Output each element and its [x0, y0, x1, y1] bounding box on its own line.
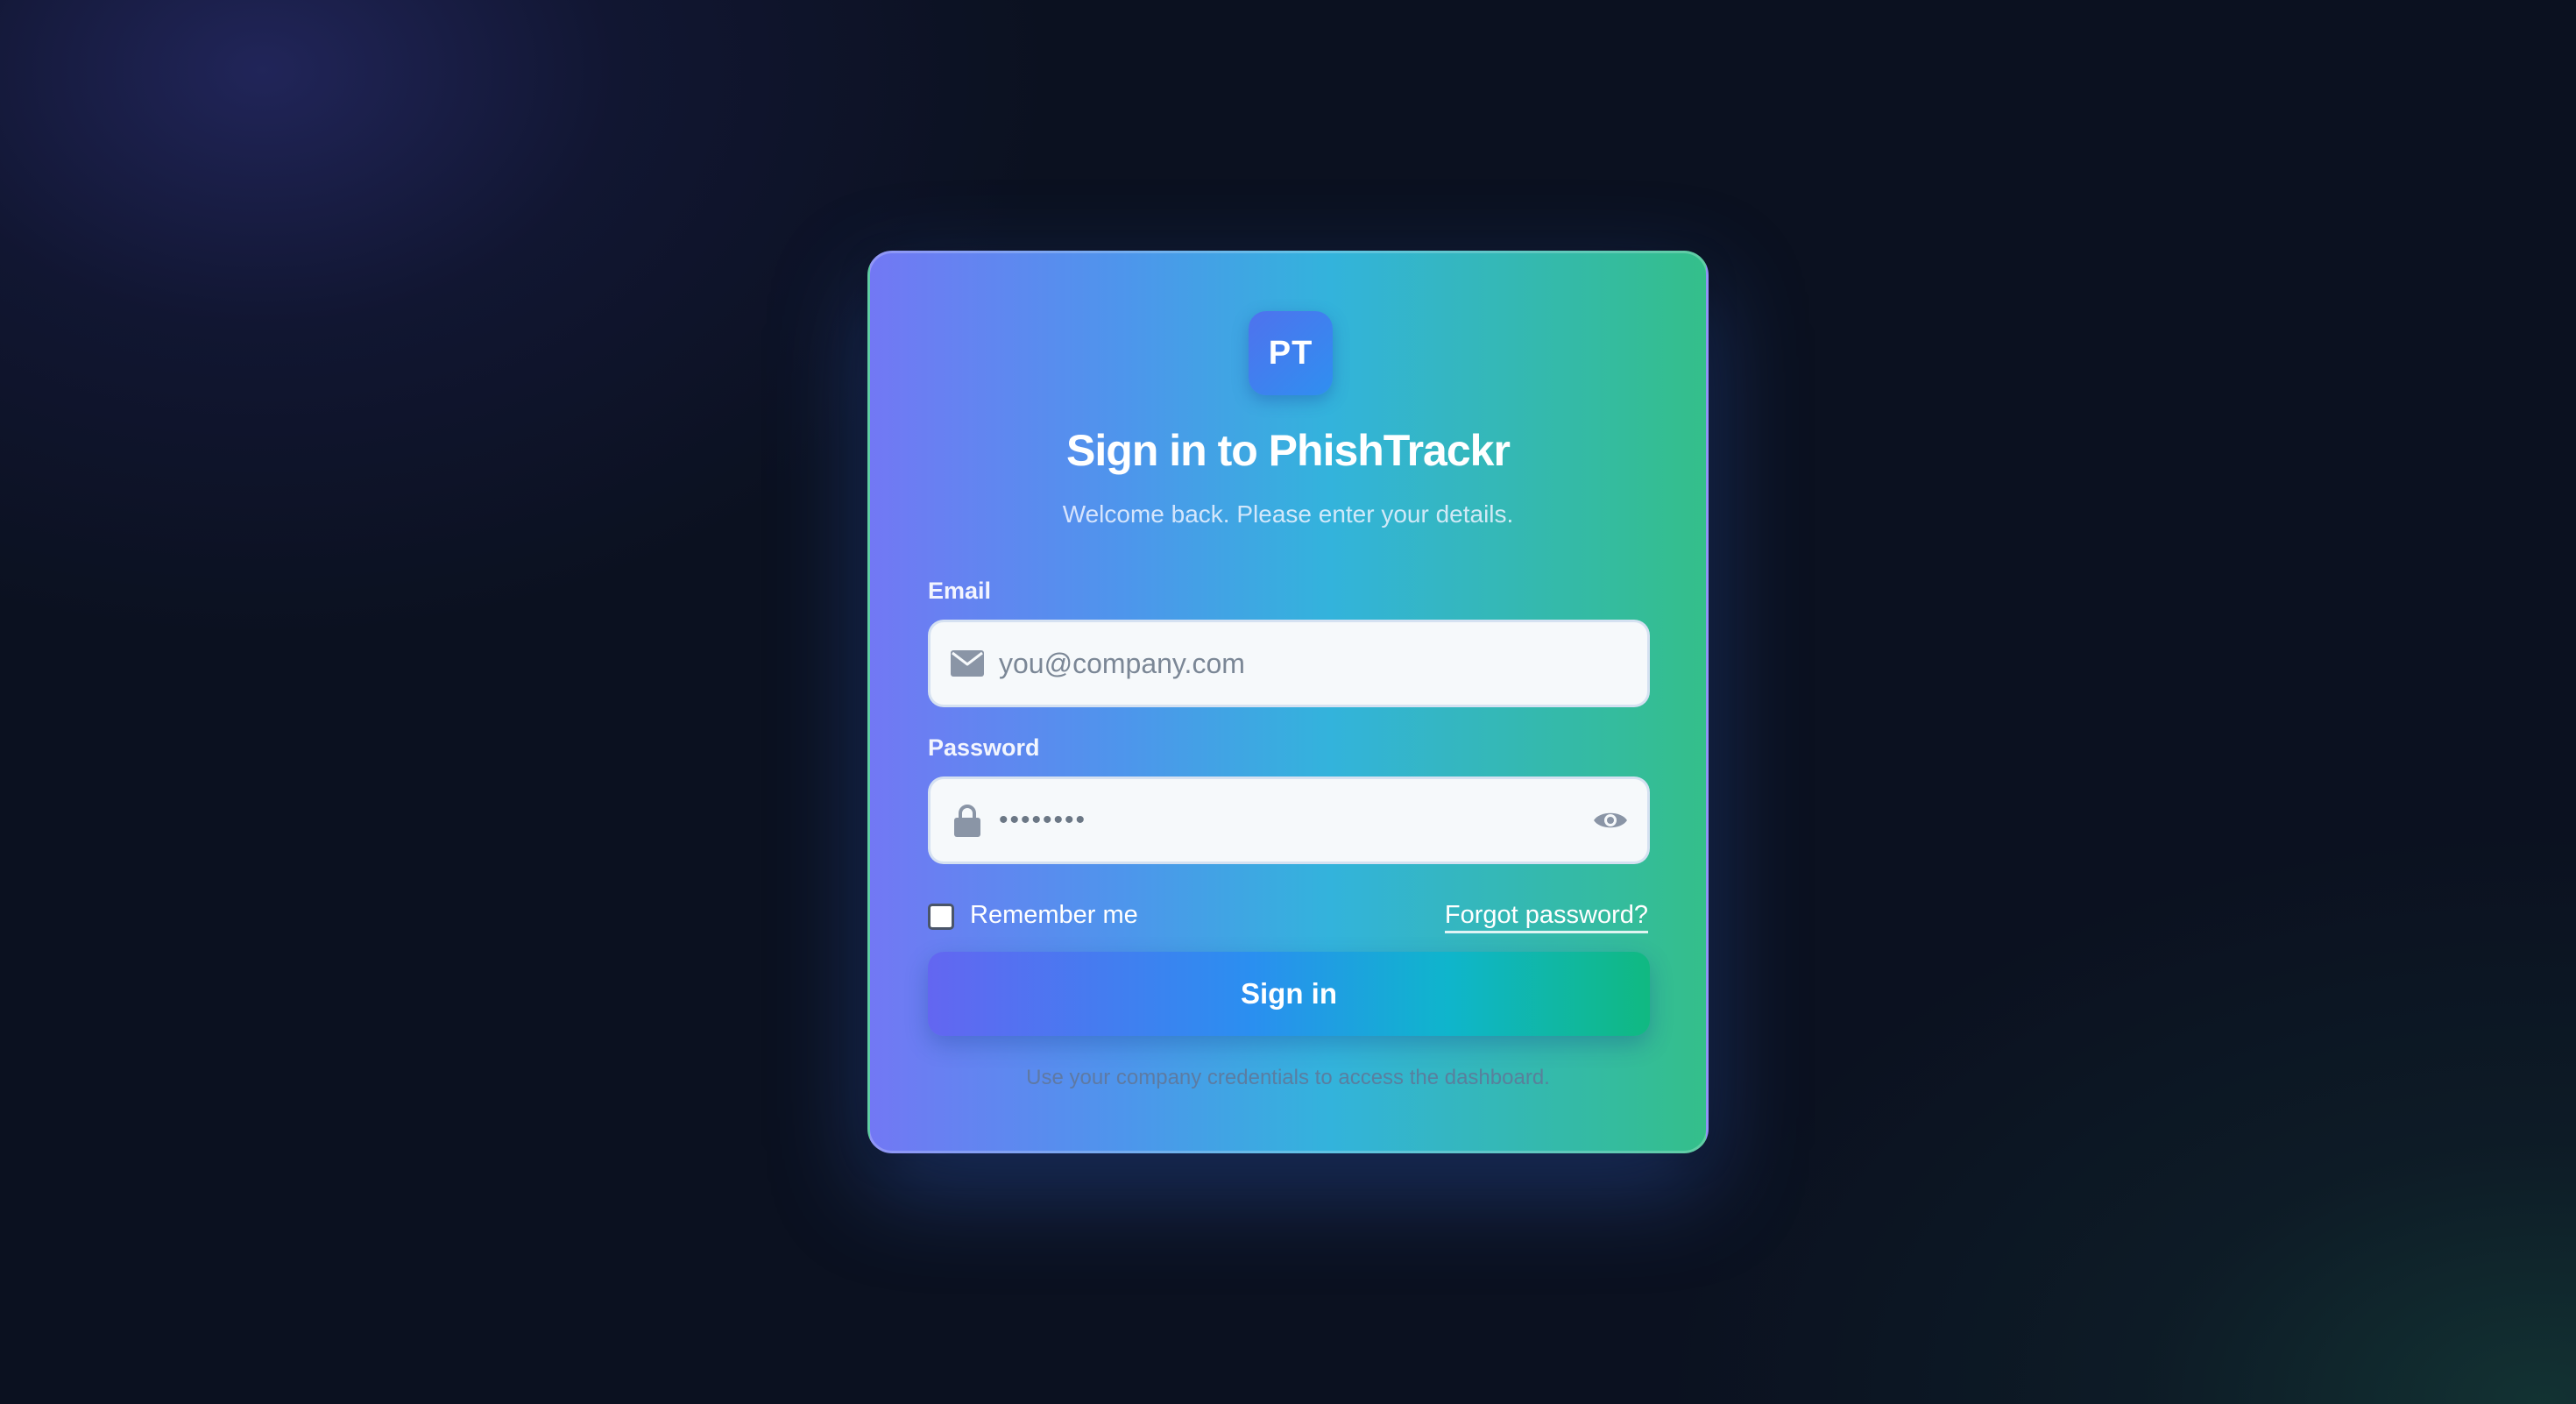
forgot-password-link[interactable]: Forgot password? — [1444, 901, 1648, 933]
login-card: PT Sign in to PhishTrackr Welcome back. … — [867, 251, 1709, 1153]
email-label: Email — [928, 578, 992, 604]
envelope-icon — [950, 649, 985, 678]
logo-initials: PT — [1268, 334, 1313, 372]
remember-me-label[interactable]: Remember me — [970, 901, 1138, 930]
page-subtitle: Welcome back. Please enter your details. — [1062, 500, 1514, 528]
app-logo: PT — [1249, 311, 1333, 395]
password-field[interactable] — [928, 776, 1650, 864]
lock-icon — [950, 805, 985, 837]
remember-me-checkbox[interactable] — [928, 904, 954, 930]
sign-in-button[interactable]: Sign in — [928, 952, 1650, 1036]
password-input[interactable] — [999, 779, 1577, 862]
email-field[interactable] — [928, 620, 1650, 707]
page-title: Sign in to PhishTrackr — [1066, 426, 1511, 475]
footer-note: Use your company credentials to access t… — [1026, 1066, 1550, 1089]
email-input[interactable] — [999, 622, 1577, 705]
password-label: Password — [928, 734, 1040, 761]
eye-icon[interactable] — [1591, 804, 1630, 837]
